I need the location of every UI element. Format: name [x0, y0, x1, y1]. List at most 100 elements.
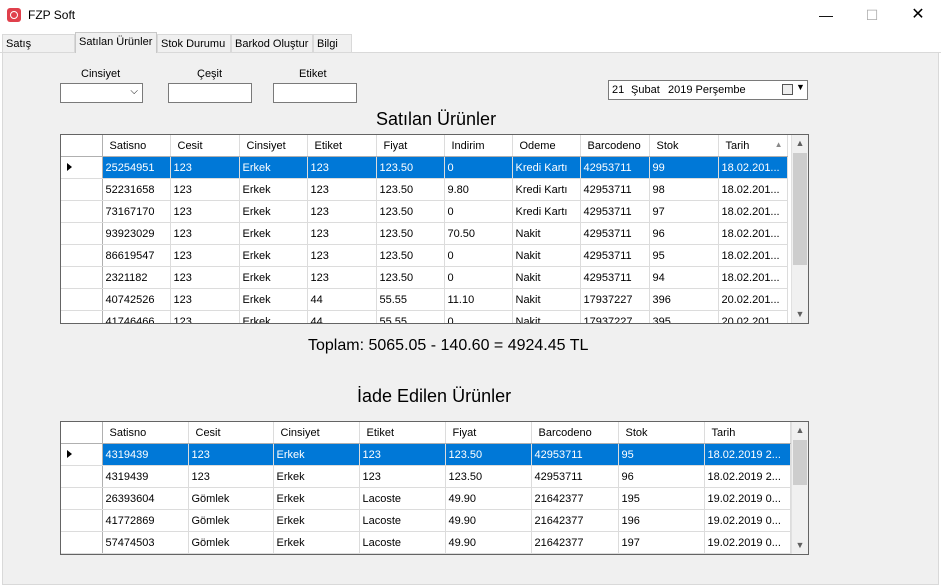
column-header[interactable]: Indirim [444, 135, 513, 157]
table-cell[interactable]: Nakit [512, 288, 581, 311]
table-cell[interactable]: Gömlek [188, 531, 274, 554]
table-cell[interactable]: 94 [649, 266, 719, 289]
row-header[interactable] [61, 310, 103, 323]
scroll-up-icon[interactable]: ▲ [792, 422, 808, 439]
table-row[interactable]: 52231658 123 Erkek 123 123.50 9.80 Kredi Kartı… [61, 178, 788, 201]
table-cell[interactable]: 18.02.2019 2... [704, 465, 791, 488]
table-cell[interactable]: 96 [618, 465, 705, 488]
table-cell[interactable]: 123 [170, 266, 240, 289]
table-cell[interactable]: 41772869 [102, 509, 189, 532]
row-header[interactable] [61, 222, 103, 245]
tab-satilan-urunler[interactable]: Satılan Ürünler [75, 32, 157, 53]
table-cell[interactable]: 123 [307, 244, 377, 267]
returned-products-grid[interactable]: Satisno Cesit Cinsiyet Etiket Fiyat Barc… [60, 421, 809, 555]
column-header[interactable]: Fiyat [445, 422, 532, 444]
row-header[interactable] [61, 178, 103, 201]
table-cell[interactable]: 42953711 [580, 222, 650, 245]
table-cell[interactable]: Erkek [239, 156, 308, 179]
scroll-thumb[interactable] [793, 153, 807, 265]
table-cell[interactable]: Erkek [239, 222, 308, 245]
tab-barkod-olustur[interactable]: Barkod Oluştur [231, 34, 313, 52]
table-cell[interactable]: 44 [307, 288, 377, 311]
table-cell[interactable]: 18.02.201... [718, 200, 788, 223]
minimize-button[interactable]: — [803, 0, 849, 31]
table-cell[interactable]: 123 [188, 465, 274, 488]
table-cell[interactable]: 97 [649, 200, 719, 223]
table-cell[interactable]: 123.50 [445, 443, 532, 466]
maximize-button[interactable]: ☐ [849, 0, 895, 31]
column-header[interactable]: Fiyat [376, 135, 445, 157]
table-cell[interactable]: 123 [307, 222, 377, 245]
column-header[interactable]: Cinsiyet [273, 422, 360, 444]
table-cell[interactable]: 18.02.201... [718, 222, 788, 245]
table-row[interactable]: 25254951 123 Erkek 123 123.50 0 Kredi Kartı 429… [61, 156, 788, 179]
row-header[interactable] [61, 156, 103, 179]
table-cell[interactable]: 26393604 [102, 487, 189, 510]
table-cell[interactable]: 0 [444, 266, 513, 289]
row-header[interactable] [61, 200, 103, 223]
table-cell[interactable]: 123 [170, 288, 240, 311]
table-cell[interactable]: Erkek [239, 200, 308, 223]
calendar-icon[interactable] [782, 84, 793, 95]
tab-satis-islemleri[interactable]: Satış İşlemleri [2, 34, 75, 68]
table-cell[interactable]: 20.02.201... [718, 310, 788, 323]
table-cell[interactable]: 93923029 [102, 222, 171, 245]
table-cell[interactable]: 44 [307, 310, 377, 323]
table-row[interactable]: 57474503 Gömlek Erkek Lacoste 49.90 21642377 1… [61, 531, 791, 554]
table-cell[interactable]: Erkek [273, 531, 360, 554]
table-row[interactable]: 41772869 Gömlek Erkek Lacoste 49.90 21642377 1… [61, 509, 791, 532]
table-cell[interactable]: 19.02.2019 0... [704, 531, 791, 554]
table-cell[interactable]: 70.50 [444, 222, 513, 245]
table-cell[interactable]: 49.90 [445, 531, 532, 554]
table-cell[interactable]: 195 [618, 487, 705, 510]
table-cell[interactable]: 41746466 [102, 310, 171, 323]
column-header[interactable]: Cesit [188, 422, 274, 444]
table-cell[interactable]: 19.02.2019 0... [704, 509, 791, 532]
column-header[interactable]: Cesit [170, 135, 240, 157]
table-cell[interactable]: Lacoste [359, 509, 446, 532]
row-header[interactable] [61, 509, 103, 532]
returned-vertical-scrollbar[interactable]: ▲ ▼ [791, 422, 808, 554]
table-cell[interactable]: Gömlek [188, 509, 274, 532]
table-cell[interactable]: 42953711 [580, 266, 650, 289]
table-cell[interactable]: 0 [444, 156, 513, 179]
table-row[interactable]: 93923029 123 Erkek 123 123.50 70.50 Nakit 42953… [61, 222, 788, 245]
table-cell[interactable]: Erkek [239, 178, 308, 201]
column-header[interactable]: Tarih [704, 422, 791, 444]
table-cell[interactable]: Kredi Kartı [512, 156, 581, 179]
table-cell[interactable]: 25254951 [102, 156, 171, 179]
table-cell[interactable]: Lacoste [359, 487, 446, 510]
column-header[interactable]: Stok [649, 135, 719, 157]
table-row[interactable]: 26393604 Gömlek Erkek Lacoste 49.90 21642377 1… [61, 487, 791, 510]
table-cell[interactable]: 52231658 [102, 178, 171, 201]
table-cell[interactable]: Kredi Kartı [512, 200, 581, 223]
table-cell[interactable]: 123 [188, 443, 274, 466]
table-cell[interactable]: 196 [618, 509, 705, 532]
table-row[interactable]: 86619547 123 Erkek 123 123.50 0 Nakit 42953711 9… [61, 244, 788, 267]
table-row[interactable]: 40742526 123 Erkek 44 55.55 11.10 Nakit 1793722… [61, 288, 788, 311]
table-row[interactable]: 73167170 123 Erkek 123 123.50 0 Kredi Kartı 429… [61, 200, 788, 223]
table-cell[interactable]: 98 [649, 178, 719, 201]
table-cell[interactable]: 96 [649, 222, 719, 245]
table-cell[interactable]: 40742526 [102, 288, 171, 311]
table-cell[interactable]: 57474503 [102, 531, 189, 554]
table-cell[interactable]: 20.02.201... [718, 288, 788, 311]
table-cell[interactable]: 99 [649, 156, 719, 179]
table-cell[interactable]: 123 [170, 244, 240, 267]
table-cell[interactable]: Nakit [512, 310, 581, 323]
table-row[interactable]: 4319439 123 Erkek 123 123.50 42953711 95 18.02.… [61, 443, 791, 466]
table-cell[interactable]: 0 [444, 244, 513, 267]
tab-bilgi[interactable]: Bilgi [313, 34, 352, 52]
table-cell[interactable]: Nakit [512, 266, 581, 289]
dropdown-arrow-icon[interactable]: ▼ [796, 82, 805, 92]
etiket-input[interactable] [273, 83, 357, 103]
table-cell[interactable]: Lacoste [359, 531, 446, 554]
close-button[interactable]: ✕ [895, 0, 941, 31]
table-cell[interactable]: 18.02.201... [718, 156, 788, 179]
cinsiyet-select[interactable]: ⌵ [60, 83, 143, 103]
table-row[interactable]: 41746466 123 Erkek 44 55.55 0 Nakit 17937227 395… [61, 310, 788, 323]
table-cell[interactable]: 123 [170, 156, 240, 179]
row-header[interactable] [61, 266, 103, 289]
table-cell[interactable]: 55.55 [376, 288, 445, 311]
table-cell[interactable]: 123 [170, 222, 240, 245]
